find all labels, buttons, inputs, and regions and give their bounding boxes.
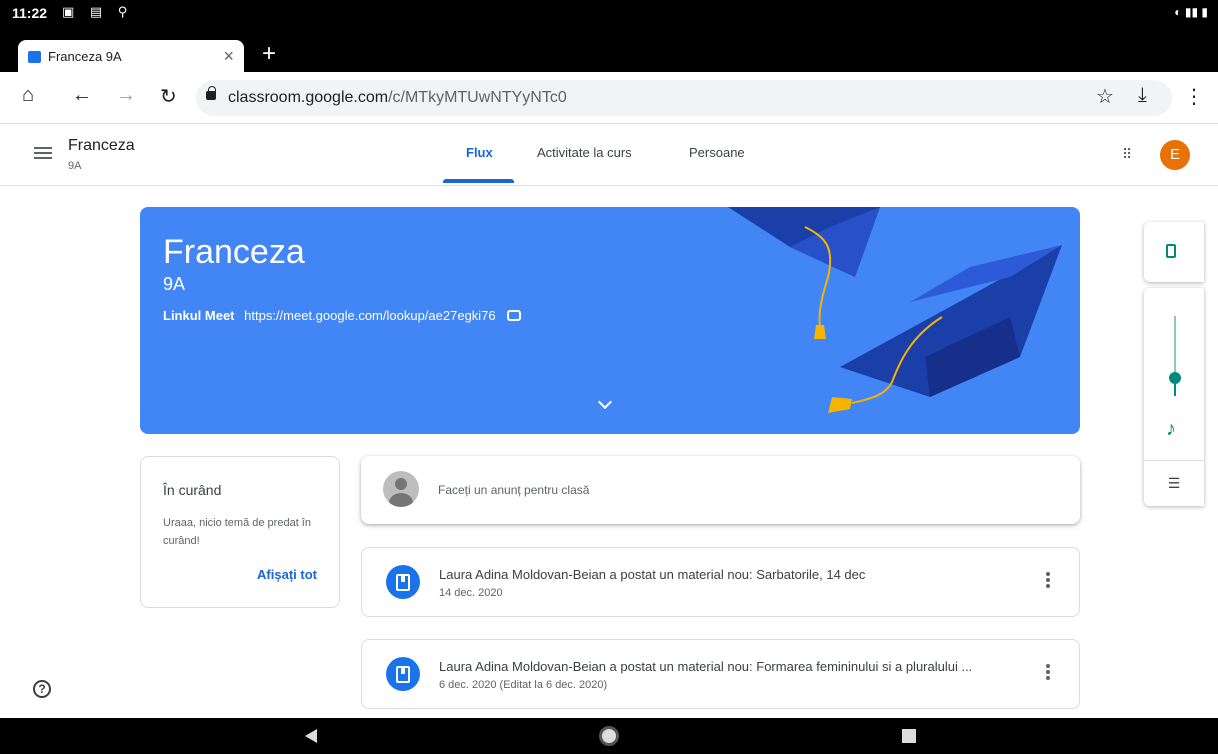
back-arrow-icon[interactable]: ← [72, 84, 92, 107]
class-section: 9A [68, 160, 82, 172]
material-icon [386, 565, 420, 599]
browser-menu-icon[interactable]: ⋮ [1184, 84, 1204, 109]
expand-chevron-icon[interactable] [597, 394, 613, 410]
announce-box[interactable]: Faceți un anunț pentru clasă [361, 456, 1080, 524]
upcoming-heading: În curând [163, 482, 222, 498]
view-all-link[interactable]: Afișați tot [257, 567, 317, 582]
home-icon[interactable]: ⌂ [22, 84, 34, 107]
active-tab-indicator [443, 179, 514, 183]
class-banner: Franceza 9A Linkul Meet https://meet.goo… [140, 207, 1080, 434]
music-note-icon: ♪ [1166, 418, 1176, 440]
material-icon [386, 657, 420, 691]
more-options-icon[interactable] [1046, 572, 1050, 576]
classroom-header: Franceza 9A Flux Activitate la curs Pers… [0, 125, 1218, 186]
tab-strip: Franceza 9A × + [0, 36, 1218, 72]
post-title: Laura Adina Moldovan-Beian a postat un m… [439, 567, 866, 582]
user-avatar-icon [383, 471, 419, 507]
status-bar: 11:22 ▣ ▤ ⚲ ◐ ▮▮ ▮ [0, 0, 1218, 36]
lock-icon [206, 86, 216, 100]
browser-toolbar: ⌂ ← → ↻ classroom.google.com/c/MTkyMTUwN… [0, 72, 1218, 124]
close-tab-icon[interactable]: × [223, 46, 234, 67]
home-circle-icon[interactable] [599, 726, 619, 746]
address-bar[interactable]: classroom.google.com/c/MTkyMTUwNTYyNTc0 [196, 80, 1172, 116]
ringer-mode-panel[interactable] [1144, 222, 1204, 282]
bookmark-star-icon[interactable]: ☆ [1096, 84, 1114, 109]
stream-post[interactable]: Laura Adina Moldovan-Beian a postat un m… [361, 547, 1080, 617]
vibrate-icon[interactable] [1166, 244, 1176, 258]
system-nav-bar [0, 718, 1218, 754]
reload-icon[interactable]: ↻ [160, 84, 177, 109]
back-icon[interactable] [305, 729, 317, 743]
apps-grid-icon[interactable]: ⠿ [1122, 146, 1138, 162]
forward-arrow-icon[interactable]: → [116, 84, 136, 107]
more-options-icon[interactable] [1046, 664, 1050, 668]
post-title: Laura Adina Moldovan-Beian a postat un m… [439, 659, 973, 674]
meet-url[interactable]: https://meet.google.com/lookup/ae27egki7… [244, 308, 496, 323]
upcoming-card: În curând Uraaa, nicio temă de predat în… [140, 456, 340, 608]
meet-link-row: Linkul Meet https://meet.google.com/look… [163, 308, 522, 323]
volume-slider-knob[interactable] [1169, 372, 1181, 384]
tab-title: Franceza 9A [48, 49, 122, 64]
post-date: 6 dec. 2020 (Editat la 6 dec. 2020) [439, 679, 608, 691]
announce-placeholder: Faceți un anunț pentru clasă [438, 483, 590, 497]
stream-post[interactable]: Laura Adina Moldovan-Beian a postat un m… [361, 639, 1080, 709]
meet-label: Linkul Meet [163, 308, 235, 323]
system-icons: ◐ ▮▮ ▮ [1174, 5, 1208, 19]
banner-section: 9A [163, 274, 186, 294]
volume-track[interactable] [1174, 316, 1176, 376]
hamburger-menu-icon[interactable] [34, 147, 52, 149]
status-time: 11:22 [12, 5, 48, 21]
class-name[interactable]: Franceza [68, 137, 135, 155]
video-camera-icon[interactable] [507, 310, 522, 321]
account-avatar[interactable]: E [1160, 140, 1190, 170]
browser-tab[interactable]: Franceza 9A × [18, 40, 244, 72]
post-date: 14 dec. 2020 [439, 587, 503, 599]
tab-activitate-la-curs[interactable]: Activitate la curs [537, 145, 632, 160]
help-icon[interactable]: ? [33, 680, 51, 698]
tab-flux[interactable]: Flux [466, 145, 493, 160]
url-text: classroom.google.com/c/MTkyMTUwNTYyNTc0 [228, 89, 567, 106]
download-icon[interactable]: ⤓ [1138, 84, 1147, 107]
graduation-caps-illustration [728, 207, 1062, 413]
banner-title: Franceza [163, 233, 305, 271]
notification-icons: ▣ ▤ ⚲ [62, 4, 134, 19]
upcoming-message: Uraaa, nicio temă de predat în curând! [163, 517, 311, 547]
classroom-favicon-icon [28, 51, 41, 63]
volume-settings-icon[interactable]: ☰ [1144, 460, 1204, 506]
volume-panel: ♪ ☰ [1144, 288, 1204, 506]
tab-persoane[interactable]: Persoane [689, 145, 745, 160]
new-tab-button[interactable]: + [262, 40, 276, 68]
recents-icon[interactable] [902, 729, 916, 743]
